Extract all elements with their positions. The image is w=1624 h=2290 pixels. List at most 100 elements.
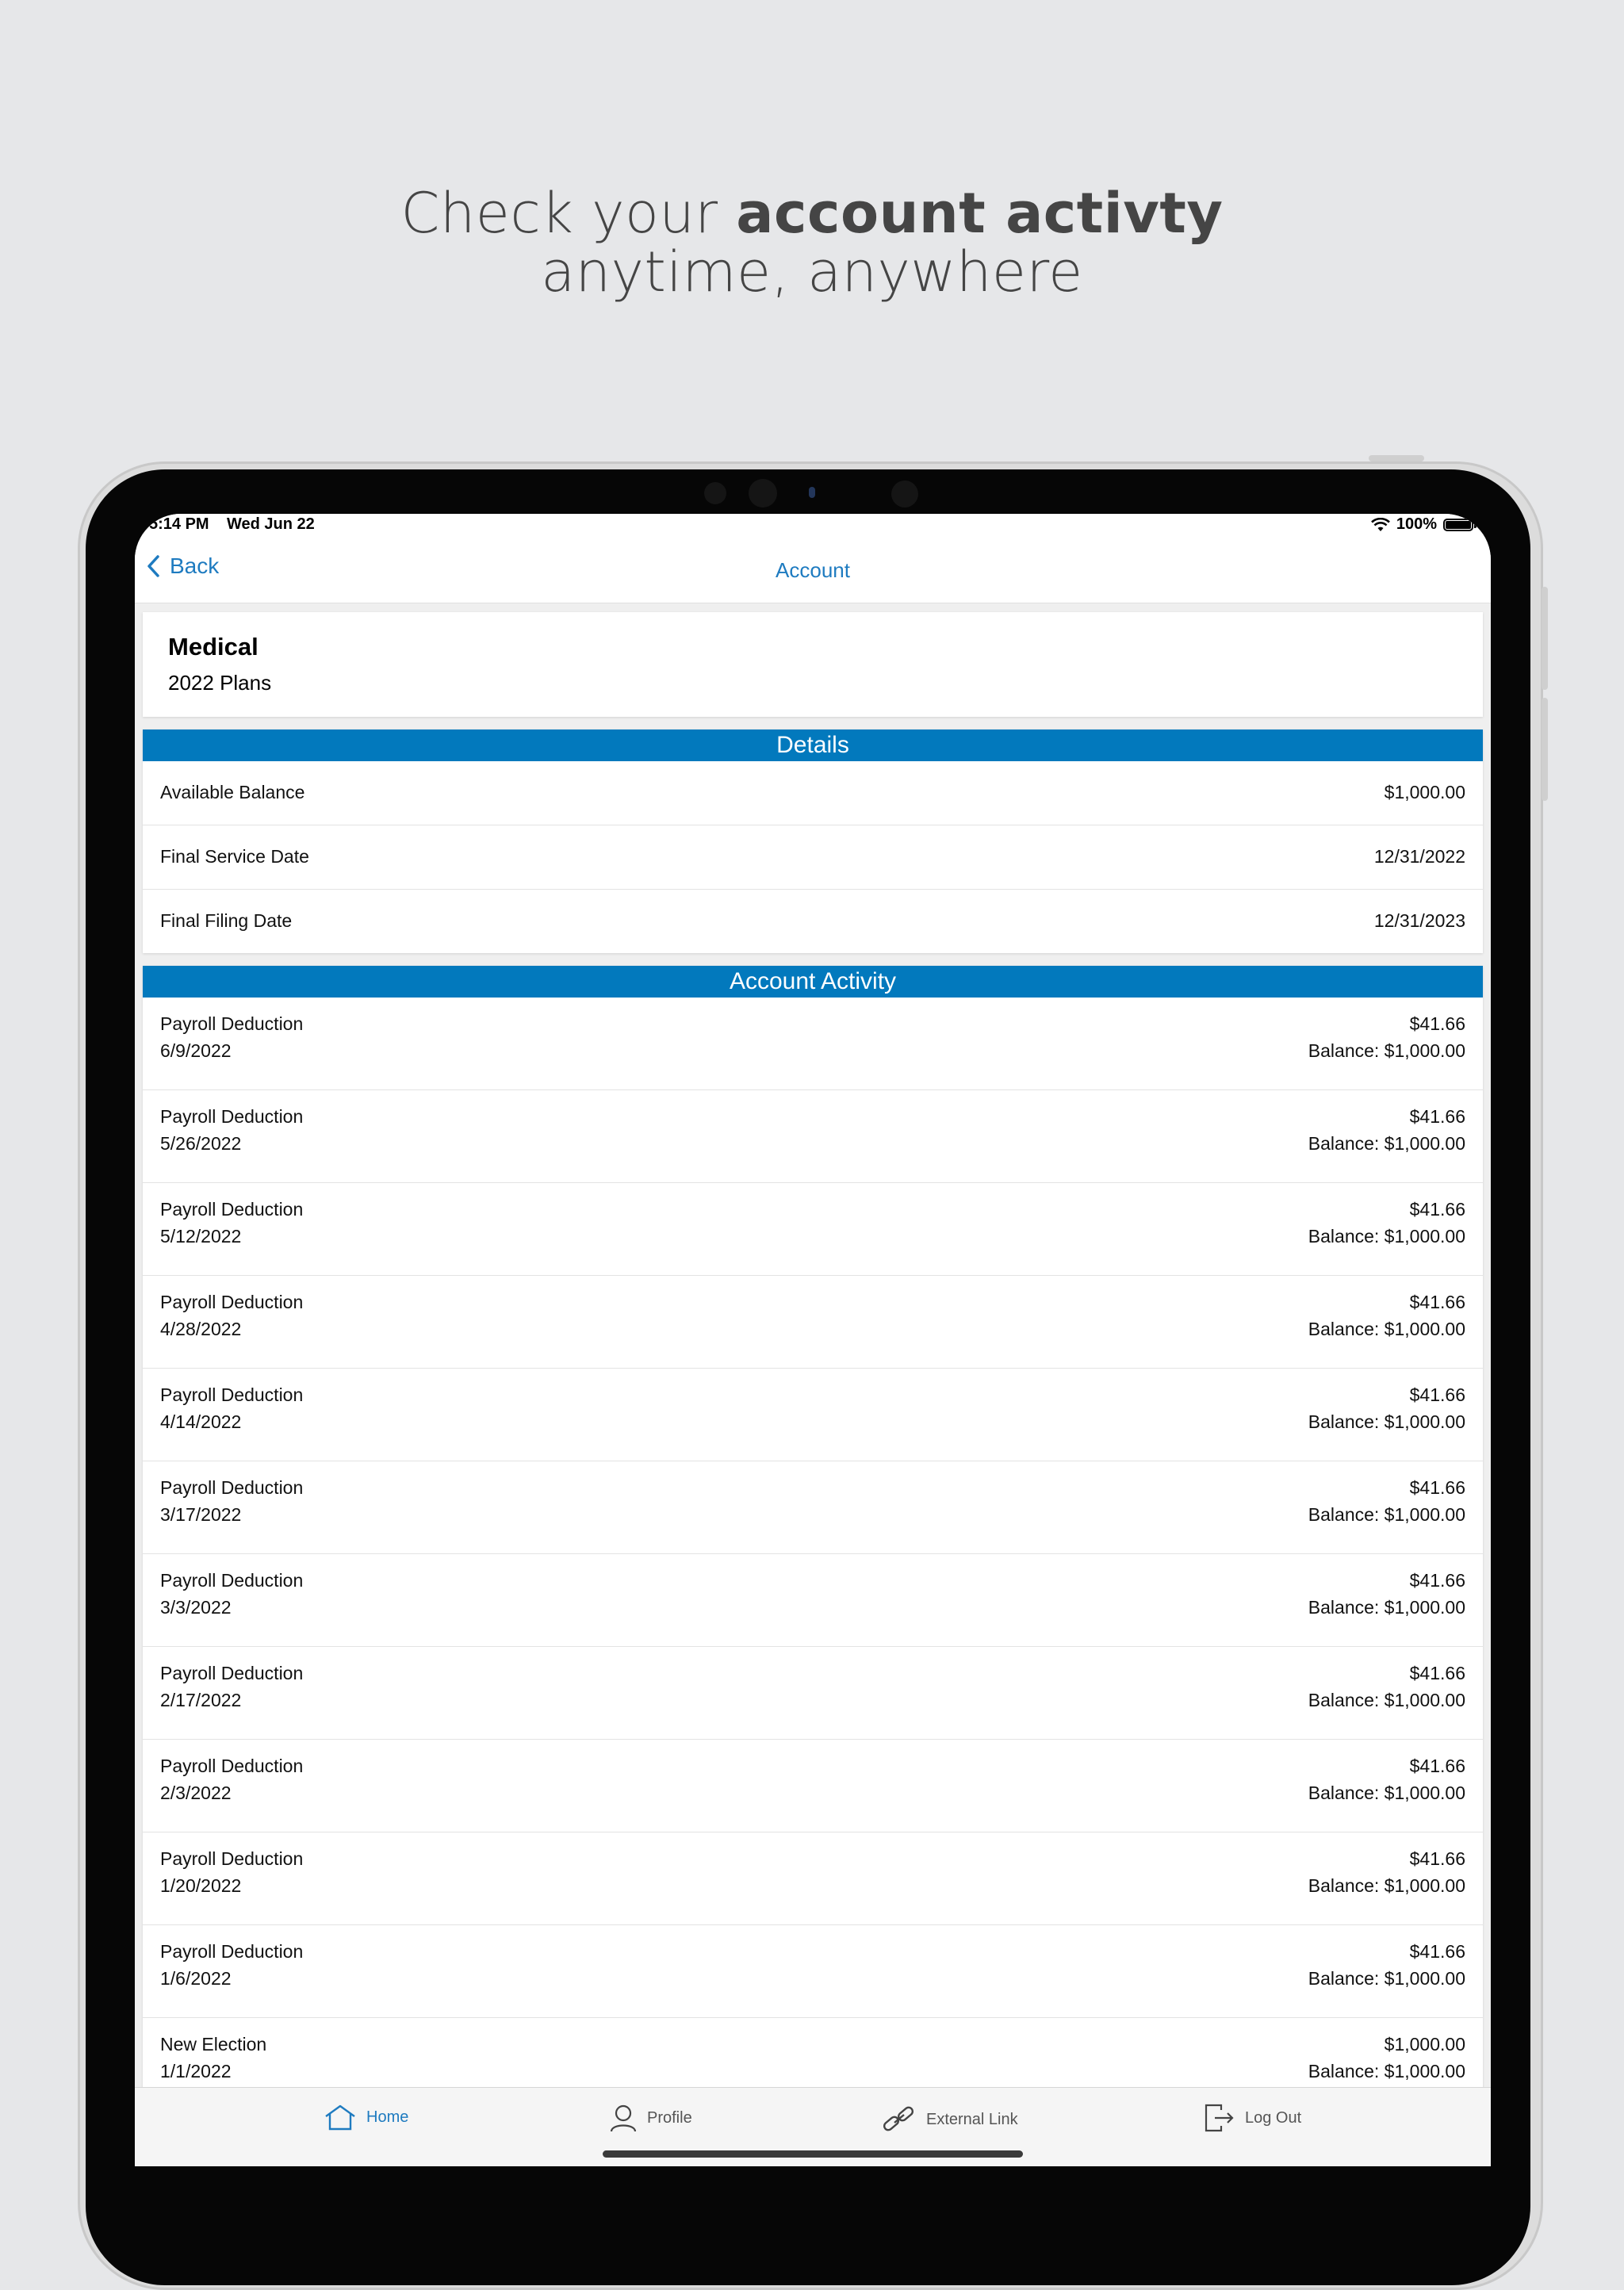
tab-profile[interactable]: Profile (609, 2104, 692, 2132)
activity-row[interactable]: Payroll Deduction 2/17/2022 $41.66 Balance… (143, 1647, 1483, 1740)
user-icon (610, 2104, 637, 2132)
activity-right: $41.66 Balance: $1,000.00 (1308, 1381, 1465, 1435)
activity-left: Payroll Deduction 3/3/2022 (160, 1567, 303, 1621)
activity-right: $41.66 Balance: $1,000.00 (1308, 1567, 1465, 1621)
plan-subtitle: 2022 Plans (168, 671, 272, 695)
activity-type: Payroll Deduction (160, 1570, 304, 1591)
activity-left: Payroll Deduction 3/17/2022 (160, 1474, 303, 1528)
activity-left: Payroll Deduction 2/3/2022 (160, 1752, 303, 1806)
activity-row[interactable]: Payroll Deduction 2/3/2022 $41.66 Balance:… (143, 1740, 1483, 1832)
activity-header: Account Activity (143, 966, 1483, 998)
activity-date: 5/26/2022 (160, 1133, 242, 1154)
activity-amount: $41.66 (1409, 1941, 1465, 1962)
activity-amount: $41.66 (1409, 1384, 1465, 1405)
activity-balance: Balance: $1,000.00 (1308, 1504, 1465, 1525)
tab-home[interactable]: Home (324, 2104, 408, 2131)
headline-regular: Check your (400, 181, 737, 246)
activity-row[interactable]: Payroll Deduction 3/3/2022 $41.66 Balance:… (143, 1554, 1483, 1647)
activity-amount: $41.66 (1409, 1570, 1465, 1591)
activity-date: 2/3/2022 (160, 1783, 232, 1803)
activity-right: $41.66 Balance: $1,000.00 (1308, 1660, 1465, 1714)
detail-value: 12/31/2022 (1373, 846, 1465, 867)
activity-type: Payroll Deduction (160, 1292, 304, 1312)
activity-type: Payroll Deduction (160, 1013, 304, 1034)
activity-row[interactable]: Payroll Deduction 1/6/2022 $41.66 Balance:… (143, 1925, 1483, 2018)
activity-balance: Balance: $1,000.00 (1308, 1597, 1465, 1618)
tab-external-link-label: External Link (926, 2110, 1018, 2128)
activity-right: $41.66 Balance: $1,000.00 (1308, 1845, 1465, 1899)
activity-type: Payroll Deduction (160, 1477, 304, 1498)
activity-balance: Balance: $1,000.00 (1308, 1783, 1465, 1803)
activity-amount: $41.66 (1409, 1199, 1465, 1220)
headline-bold: account activty (736, 181, 1224, 246)
activity-row[interactable]: Payroll Deduction 1/20/2022 $41.66 Balance… (143, 1832, 1483, 1925)
activity-right: $41.66 Balance: $1,000.00 (1308, 1103, 1465, 1157)
activity-date: 6/9/2022 (160, 1040, 232, 1061)
activity-right: $41.66 Balance: $1,000.00 (1308, 1752, 1465, 1806)
activity-row[interactable]: Payroll Deduction 4/14/2022 $41.66 Balance… (143, 1369, 1483, 1461)
activity-balance: Balance: $1,000.00 (1308, 1133, 1465, 1154)
activity-right: $41.66 Balance: $1,000.00 (1308, 1010, 1465, 1064)
activity-row[interactable]: Payroll Deduction 5/26/2022 $41.66 Balance… (143, 1090, 1483, 1183)
activity-type: Payroll Deduction (160, 1106, 304, 1127)
activity-type: Payroll Deduction (160, 1756, 304, 1776)
status-date: Wed Jun 22 (227, 515, 315, 533)
detail-value: 12/31/2023 (1373, 910, 1465, 931)
home-indicator[interactable] (603, 2150, 1023, 2158)
battery-percent: 100% (1396, 515, 1437, 533)
activity-balance: Balance: $1,000.00 (1308, 1875, 1465, 1896)
camera-lens (749, 479, 777, 507)
activity-left: Payroll Deduction 1/6/2022 (160, 1938, 303, 1992)
activity-right: $41.66 Balance: $1,000.00 (1308, 1289, 1465, 1342)
activity-left: Payroll Deduction 4/14/2022 (160, 1381, 303, 1435)
status-right: 100% (1370, 515, 1477, 534)
activity-date: 1/1/2022 (160, 2061, 232, 2081)
details-card: Details Available Balance $1,000.00 Fina… (143, 730, 1483, 953)
activity-left: Payroll Deduction 5/12/2022 (160, 1196, 303, 1250)
device-top-button (1369, 455, 1424, 461)
activity-date: 4/14/2022 (160, 1411, 242, 1432)
activity-right: $41.66 Balance: $1,000.00 (1308, 1196, 1465, 1250)
activity-balance: Balance: $1,000.00 (1308, 1968, 1465, 1989)
activity-row[interactable]: Payroll Deduction 6/9/2022 $41.66 Balance:… (143, 998, 1483, 1090)
activity-amount: $41.66 (1409, 1292, 1465, 1312)
activity-balance: Balance: $1,000.00 (1308, 1040, 1465, 1061)
plan-title: Medical (168, 633, 259, 661)
tab-log-out[interactable]: Log Out (1204, 2104, 1301, 2132)
activity-balance: Balance: $1,000.00 (1308, 1411, 1465, 1432)
headline-line-2: anytime, anywhere (541, 239, 1083, 304)
activity-amount: $41.66 (1409, 1106, 1465, 1127)
home-icon (325, 2104, 355, 2131)
activity-right: $41.66 Balance: $1,000.00 (1308, 1474, 1465, 1528)
activity-balance: Balance: $1,000.00 (1308, 2061, 1465, 2081)
detail-label: Final Service Date (160, 846, 309, 867)
activity-amount: $41.66 (1409, 1477, 1465, 1498)
headline-line-1: Check your account activty (0, 184, 1624, 243)
activity-row[interactable]: Payroll Deduction 3/17/2022 $41.66 Balance… (143, 1461, 1483, 1554)
activity-balance: Balance: $1,000.00 (1308, 1226, 1465, 1246)
activity-amount: $41.66 (1409, 1756, 1465, 1776)
activity-balance: Balance: $1,000.00 (1308, 1319, 1465, 1339)
activity-row[interactable]: Payroll Deduction 4/28/2022 $41.66 Balance… (143, 1276, 1483, 1369)
activity-left: Payroll Deduction 5/26/2022 (160, 1103, 303, 1157)
activity-date: 1/20/2022 (160, 1875, 242, 1896)
tab-log-out-label: Log Out (1245, 2108, 1302, 2127)
detail-row: Final Service Date 12/31/2022 (143, 825, 1483, 890)
battery-icon (1443, 518, 1477, 531)
app-screen: 5:14 PM Wed Jun 22 100% Back Account Med… (135, 514, 1491, 2166)
camera-sensor (704, 482, 726, 504)
activity-date: 1/6/2022 (160, 1968, 232, 1989)
marketing-headline: Check your account activty anytime, anyw… (0, 184, 1624, 301)
plan-card: Medical 2022 Plans (143, 612, 1483, 717)
activity-type: Payroll Deduction (160, 1663, 304, 1683)
activity-balance: Balance: $1,000.00 (1308, 1690, 1465, 1710)
status-time: 5:14 PM (149, 515, 209, 533)
tab-external-link[interactable]: External Link (882, 2104, 1018, 2135)
battery-fill (1446, 520, 1471, 529)
activity-left: Payroll Deduction 2/17/2022 (160, 1660, 303, 1714)
activity-left: New Election 1/1/2022 (160, 2031, 266, 2085)
activity-row[interactable]: Payroll Deduction 5/12/2022 $41.66 Balance… (143, 1183, 1483, 1276)
detail-row: Final Filing Date 12/31/2023 (143, 890, 1483, 953)
activity-card: Account Activity Payroll Deduction 6/9/20… (143, 966, 1483, 2111)
activity-date: 4/28/2022 (160, 1319, 242, 1339)
